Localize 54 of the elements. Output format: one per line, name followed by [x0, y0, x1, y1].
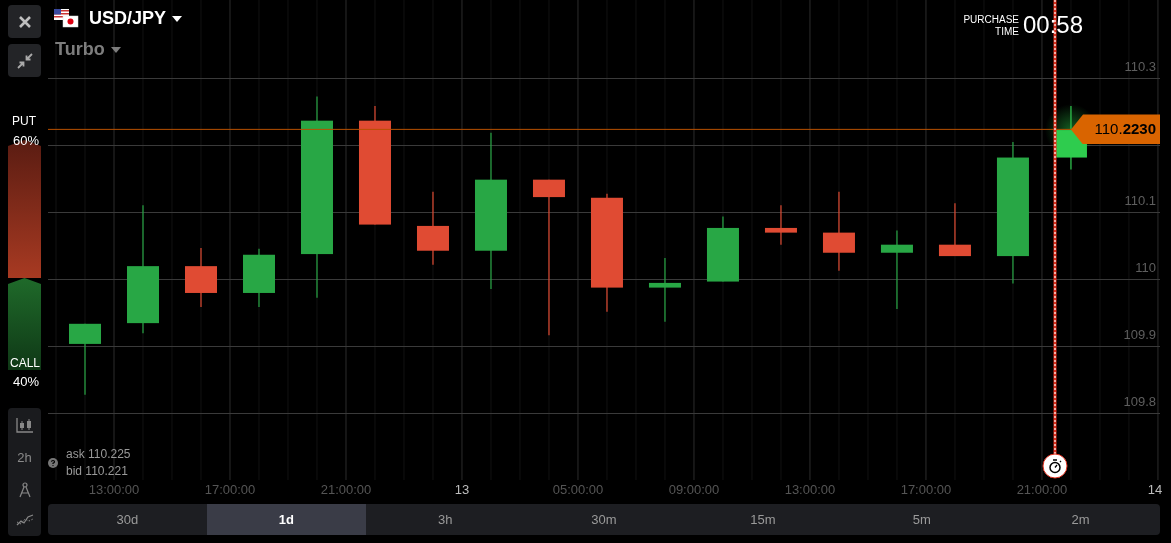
time-axis-label: 17:00:00 [204, 482, 256, 497]
timeframe-tab[interactable]: 1d [206, 504, 366, 535]
timeframe-tab[interactable]: 30m [524, 504, 684, 535]
candlestick [764, 204, 797, 246]
price-axis-label: 110 [1135, 259, 1156, 275]
help-icon[interactable] [48, 458, 58, 468]
call-label: CALL [10, 355, 41, 372]
time-axis-label: 14 [1147, 482, 1163, 497]
close-icon [18, 15, 31, 28]
asset-selector[interactable]: USD/JPY [89, 5, 183, 32]
interval-button[interactable]: 2h [17, 447, 32, 468]
candlestick [243, 248, 275, 308]
compass-icon[interactable] [17, 482, 32, 499]
call-percentage: 40% [13, 373, 40, 391]
candlestick [938, 202, 971, 257]
price-axis-label: 109.9 [1123, 326, 1156, 342]
asset-name: USD/JPY [89, 7, 167, 30]
time-axis-label: 17:00:00 [900, 482, 952, 497]
price-axis-label: 110.1 [1124, 192, 1156, 208]
flags-icon [54, 8, 79, 29]
time-axis-label: 13:00:00 [784, 482, 836, 497]
mode-name: Turbo [55, 38, 105, 61]
put-percentage: 60% [13, 132, 40, 150]
time-axis-label: 09:00:00 [668, 482, 720, 497]
timeframe-tab[interactable]: 15m [683, 504, 843, 535]
time-axis-label: 21:00:00 [1016, 482, 1068, 497]
stopwatch-icon [1042, 453, 1068, 479]
collapse-icon [16, 52, 33, 69]
timeframe-tab[interactable]: 3h [365, 504, 525, 535]
timeframe-tab[interactable]: 2m [1001, 504, 1160, 535]
bid-price: bid 110.221 [66, 463, 129, 480]
time-axis-label: 13 [454, 482, 470, 497]
collapse-button[interactable] [8, 44, 41, 77]
purchase-time-label: PURCHASE [963, 14, 1019, 26]
indicators-icon[interactable] [15, 512, 34, 527]
close-button[interactable] [8, 5, 41, 38]
caret-icon [172, 15, 183, 22]
time-axis-label: 13:00:00 [88, 482, 140, 497]
price-axis-label: 110.3 [1124, 58, 1156, 74]
ask-price: ask 110.225 [66, 446, 131, 463]
timeframe-tab[interactable]: 30d [48, 504, 207, 535]
purchase-time-label: TIME [995, 26, 1019, 38]
price-axis-label: 109.8 [1123, 393, 1156, 409]
mode-selector[interactable]: Turbo [55, 36, 121, 63]
candlestick-chart-icon[interactable] [15, 417, 34, 434]
current-price-tag: 110.2230 [1071, 114, 1160, 145]
put-label: PUT [12, 113, 36, 130]
candlestick [185, 247, 217, 308]
candlestick [648, 257, 681, 323]
time-axis-label: 05:00:00 [552, 482, 604, 497]
time-axis-label: 21:00:00 [320, 482, 372, 497]
caret-icon [110, 46, 121, 53]
candlestick [706, 215, 739, 283]
timeframe-tab[interactable]: 5m [842, 504, 1002, 535]
